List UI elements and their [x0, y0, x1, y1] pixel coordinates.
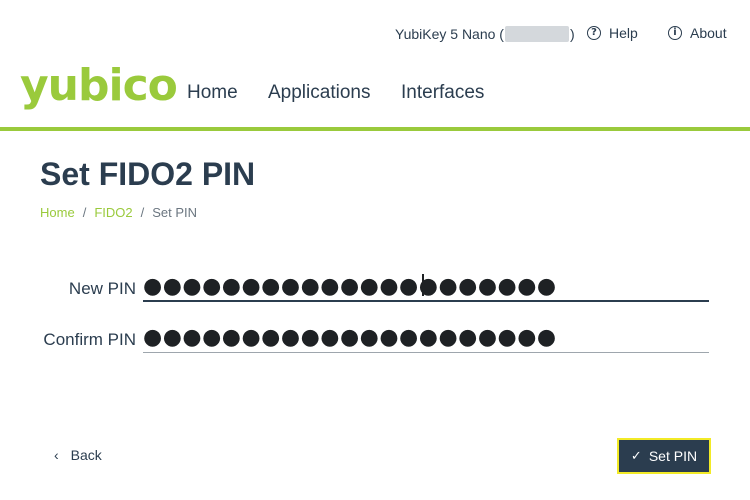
confirm-pin-value: ●●●●●●●●●●●●●●●●●●●●●: [143, 325, 557, 350]
device-name-close: ): [569, 26, 575, 42]
new-pin-label: New PIN: [68, 279, 136, 298]
device-name: YubiKey 5 Nano (: [395, 26, 504, 42]
redacted-serial: [504, 26, 569, 42]
breadcrumb-separator: /: [140, 205, 145, 220]
nav-applications[interactable]: Applications: [268, 82, 370, 104]
about-link[interactable]: i About: [668, 25, 727, 41]
confirm-pin-field[interactable]: ●●●●●●●●●●●●●●●●●●●●●: [143, 325, 709, 353]
header-divider: [0, 127, 750, 131]
breadcrumb-fido2[interactable]: FIDO2: [94, 205, 132, 220]
chevron-left-icon: ‹: [54, 447, 59, 463]
new-pin-underline: [143, 300, 709, 302]
new-pin-field[interactable]: ●●●●●●●●●●●●●●●●●●●●●: [143, 274, 709, 302]
help-label: Help: [609, 25, 638, 41]
confirm-pin-label: Confirm PIN: [43, 330, 136, 349]
text-cursor: [422, 274, 424, 296]
info-circle-icon: i: [668, 26, 682, 40]
confirm-pin-underline: [143, 352, 709, 353]
back-label: Back: [70, 447, 102, 463]
yubico-logo[interactable]: yubico: [20, 60, 178, 111]
set-pin-button[interactable]: ✓ Set PIN: [617, 438, 711, 474]
about-label: About: [690, 25, 727, 41]
new-pin-value: ●●●●●●●●●●●●●●●●●●●●●: [143, 274, 557, 299]
nav-home[interactable]: Home: [187, 82, 238, 104]
help-link[interactable]: ? Help: [587, 25, 638, 41]
breadcrumb-current: Set PIN: [152, 205, 198, 220]
check-icon: ✓: [630, 448, 642, 463]
set-pin-label: Set PIN: [648, 448, 698, 464]
question-circle-icon: ?: [587, 26, 601, 40]
top-bar: YubiKey 5 Nano ( ) ? Help i About: [0, 0, 750, 68]
nav-interfaces[interactable]: Interfaces: [401, 82, 484, 104]
breadcrumb-separator: /: [82, 205, 87, 220]
breadcrumb-home[interactable]: Home: [40, 205, 75, 220]
device-indicator: YubiKey 5 Nano ( ): [395, 26, 575, 42]
back-button[interactable]: ‹ Back: [54, 447, 102, 463]
breadcrumb: Home / FIDO2 / Set PIN: [40, 205, 197, 220]
page-title: Set FIDO2 PIN: [40, 156, 256, 192]
